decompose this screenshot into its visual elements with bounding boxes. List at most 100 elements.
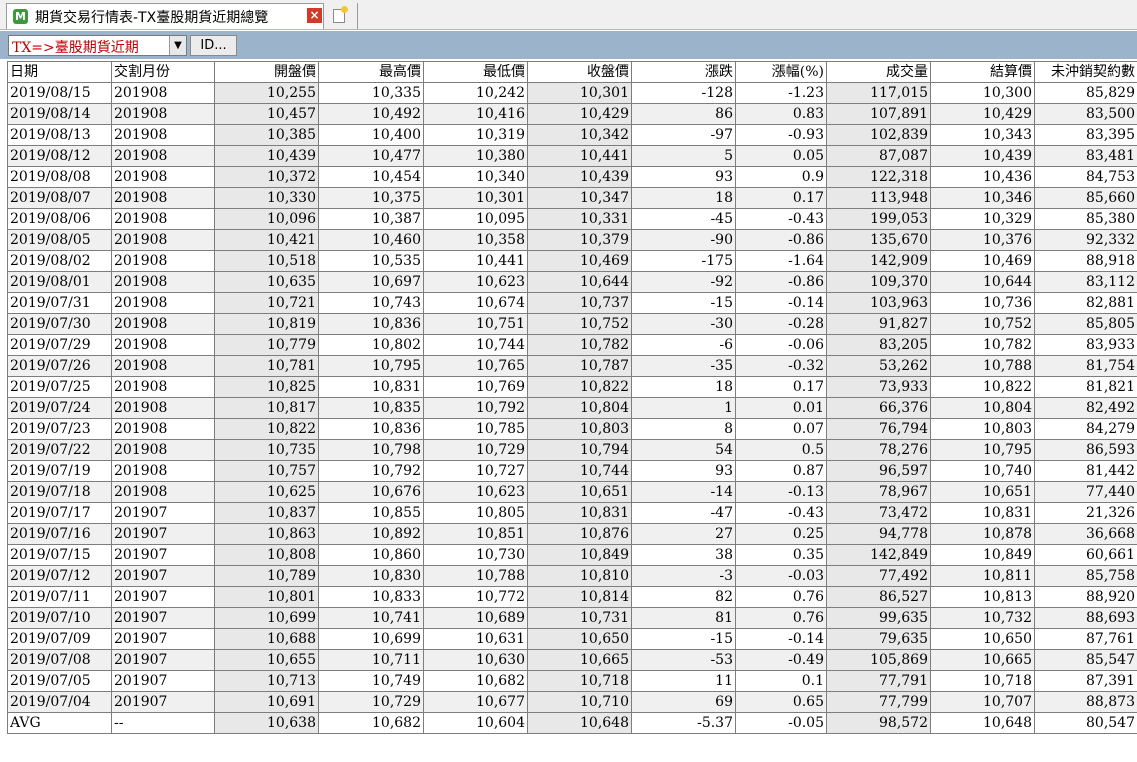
- table-row[interactable]: 2019/07/30 201908 10,819 10,836 10,751 10,752…: [7, 313, 1137, 335]
- column-header-volume[interactable]: 成交量: [826, 61, 931, 83]
- close-icon[interactable]: ×: [307, 8, 322, 23]
- table-row[interactable]: 2019/07/09 201907 10,688 10,699 10,631 10,650…: [7, 628, 1137, 650]
- cell-low: 10,730: [423, 544, 528, 566]
- column-header-high[interactable]: 最高價: [318, 61, 424, 83]
- cell-open: 10,819: [214, 313, 319, 335]
- cell-volume: 98,572: [826, 712, 931, 734]
- cell-close: 10,810: [527, 565, 632, 587]
- table-row[interactable]: 2019/08/13 201908 10,385 10,400 10,319 10,342…: [7, 124, 1137, 146]
- table-row[interactable]: 2019/07/15 201907 10,808 10,860 10,730 10,849…: [7, 544, 1137, 566]
- cell-volume: 83,205: [826, 334, 931, 356]
- table-row[interactable]: 2019/07/04 201907 10,691 10,729 10,677 10,710…: [7, 691, 1137, 713]
- cell-change: 11: [631, 670, 736, 692]
- cell-date: 2019/07/22: [7, 439, 112, 461]
- table-row[interactable]: 2019/07/05 201907 10,713 10,749 10,682 10,718…: [7, 670, 1137, 692]
- cell-low: 10,851: [423, 523, 528, 545]
- column-header-change[interactable]: 漲跌: [631, 61, 736, 83]
- column-header-settlement[interactable]: 結算價: [930, 61, 1035, 83]
- table-row[interactable]: 2019/08/07 201908 10,330 10,375 10,301 10,347…: [7, 187, 1137, 209]
- table-row[interactable]: 2019/07/26 201908 10,781 10,795 10,765 10,787…: [7, 355, 1137, 377]
- contract-select[interactable]: TX=>臺股期貨近期 ▼: [8, 35, 187, 56]
- cell-low: 10,788: [423, 565, 528, 587]
- cell-low: 10,340: [423, 166, 528, 188]
- id-button[interactable]: ID...: [190, 35, 237, 56]
- table-row[interactable]: 2019/08/06 201908 10,096 10,387 10,095 10,331…: [7, 208, 1137, 230]
- cell-date: 2019/07/05: [7, 670, 112, 692]
- cell-settlement: 10,849: [930, 544, 1035, 566]
- table-row[interactable]: 2019/07/22 201908 10,735 10,798 10,729 10,794…: [7, 439, 1137, 461]
- table-row[interactable]: 2019/07/10 201907 10,699 10,741 10,689 10,731…: [7, 607, 1137, 629]
- cell-volume: 96,597: [826, 460, 931, 482]
- cell-settlement: 10,439: [930, 145, 1035, 167]
- cell-change-pct: 0.76: [735, 607, 827, 629]
- table-header-row: 日期 交割月份 開盤價 最高價 最低價 收盤價 漲跌 漲幅(%) 成交量 結算價 未沖銷契約數: [7, 61, 1137, 83]
- cell-open: 10,781: [214, 355, 319, 377]
- cell-low: 10,441: [423, 250, 528, 272]
- cell-open: 10,625: [214, 481, 319, 503]
- cell-high: 10,855: [318, 502, 424, 524]
- column-header-open[interactable]: 開盤價: [214, 61, 319, 83]
- cell-close: 10,331: [527, 208, 632, 230]
- cell-delivery-month: --: [111, 712, 215, 734]
- table-row[interactable]: 2019/07/19 201908 10,757 10,792 10,727 10,744…: [7, 460, 1137, 482]
- cell-close: 10,469: [527, 250, 632, 272]
- cell-change-pct: -0.86: [735, 271, 827, 293]
- table-row[interactable]: 2019/07/29 201908 10,779 10,802 10,744 10,782…: [7, 334, 1137, 356]
- cell-high: 10,460: [318, 229, 424, 251]
- cell-settlement: 10,788: [930, 355, 1035, 377]
- table-row[interactable]: 2019/07/23 201908 10,822 10,836 10,785 10,803…: [7, 418, 1137, 440]
- table-row[interactable]: 2019/07/11 201907 10,801 10,833 10,772 10,814…: [7, 586, 1137, 608]
- table-row[interactable]: 2019/07/16 201907 10,863 10,892 10,851 10,876…: [7, 523, 1137, 545]
- table-row-average[interactable]: AVG -- 10,638 10,682 10,604 10,648 -5.37 -0.05 9…: [7, 712, 1137, 734]
- table-row[interactable]: 2019/07/17 201907 10,837 10,855 10,805 10,831…: [7, 502, 1137, 524]
- column-header-delivery-month[interactable]: 交割月份: [111, 61, 215, 83]
- column-header-low[interactable]: 最低價: [423, 61, 528, 83]
- cell-open: 10,457: [214, 103, 319, 125]
- table-row[interactable]: 2019/07/31 201908 10,721 10,743 10,674 10,737…: [7, 292, 1137, 314]
- column-header-open-interest[interactable]: 未沖銷契約數: [1034, 61, 1137, 83]
- column-header-change-pct[interactable]: 漲幅(%): [735, 61, 827, 83]
- cell-open-interest: 77,440: [1034, 481, 1137, 503]
- cell-change-pct: 0.9: [735, 166, 827, 188]
- cell-change: -6: [631, 334, 736, 356]
- table-row[interactable]: 2019/07/25 201908 10,825 10,831 10,769 10,822…: [7, 376, 1137, 398]
- cell-close: 10,787: [527, 355, 632, 377]
- cell-settlement: 10,736: [930, 292, 1035, 314]
- cell-low: 10,765: [423, 355, 528, 377]
- cell-change-pct: 0.1: [735, 670, 827, 692]
- new-tab-button[interactable]: [326, 3, 358, 29]
- cell-high: 10,836: [318, 313, 424, 335]
- tab-title: 期貨交易行情表-TX臺股期貨近期總覽: [35, 10, 269, 26]
- cell-delivery-month: 201908: [111, 397, 215, 419]
- cell-open: 10,808: [214, 544, 319, 566]
- table-row[interactable]: 2019/08/15 201908 10,255 10,335 10,242 10,301…: [7, 82, 1137, 104]
- column-header-close[interactable]: 收盤價: [527, 61, 632, 83]
- column-header-date[interactable]: 日期: [7, 61, 112, 83]
- table-row[interactable]: 2019/07/12 201907 10,789 10,830 10,788 10,810…: [7, 565, 1137, 587]
- table-row[interactable]: 2019/07/18 201908 10,625 10,676 10,623 10,651…: [7, 481, 1137, 503]
- cell-low: 10,242: [423, 82, 528, 104]
- cell-change-pct: -0.13: [735, 481, 827, 503]
- table-row[interactable]: 2019/08/01 201908 10,635 10,697 10,623 10,644…: [7, 271, 1137, 293]
- cell-change: -175: [631, 250, 736, 272]
- table-row[interactable]: 2019/07/24 201908 10,817 10,835 10,792 10,804…: [7, 397, 1137, 419]
- cell-open-interest: 88,693: [1034, 607, 1137, 629]
- cell-low: 10,095: [423, 208, 528, 230]
- cell-date: 2019/07/19: [7, 460, 112, 482]
- cell-open: 10,822: [214, 418, 319, 440]
- cell-settlement: 10,650: [930, 628, 1035, 650]
- cell-low: 10,631: [423, 628, 528, 650]
- cell-settlement: 10,878: [930, 523, 1035, 545]
- table-row[interactable]: 2019/08/14 201908 10,457 10,492 10,416 10,429…: [7, 103, 1137, 125]
- table-row[interactable]: 2019/08/08 201908 10,372 10,454 10,340 10,439…: [7, 166, 1137, 188]
- tab-futures-overview[interactable]: M 期貨交易行情表-TX臺股期貨近期總覽 ×: [6, 3, 324, 29]
- cell-settlement: 10,469: [930, 250, 1035, 272]
- cell-high: 10,831: [318, 376, 424, 398]
- table-row[interactable]: 2019/08/12 201908 10,439 10,477 10,380 10,441…: [7, 145, 1137, 167]
- cell-change-pct: -0.14: [735, 628, 827, 650]
- chevron-down-icon[interactable]: ▼: [169, 36, 186, 55]
- cell-change-pct: -0.32: [735, 355, 827, 377]
- table-row[interactable]: 2019/07/08 201907 10,655 10,711 10,630 10,665…: [7, 649, 1137, 671]
- table-row[interactable]: 2019/08/05 201908 10,421 10,460 10,358 10,379…: [7, 229, 1137, 251]
- table-row[interactable]: 2019/08/02 201908 10,518 10,535 10,441 10,469…: [7, 250, 1137, 272]
